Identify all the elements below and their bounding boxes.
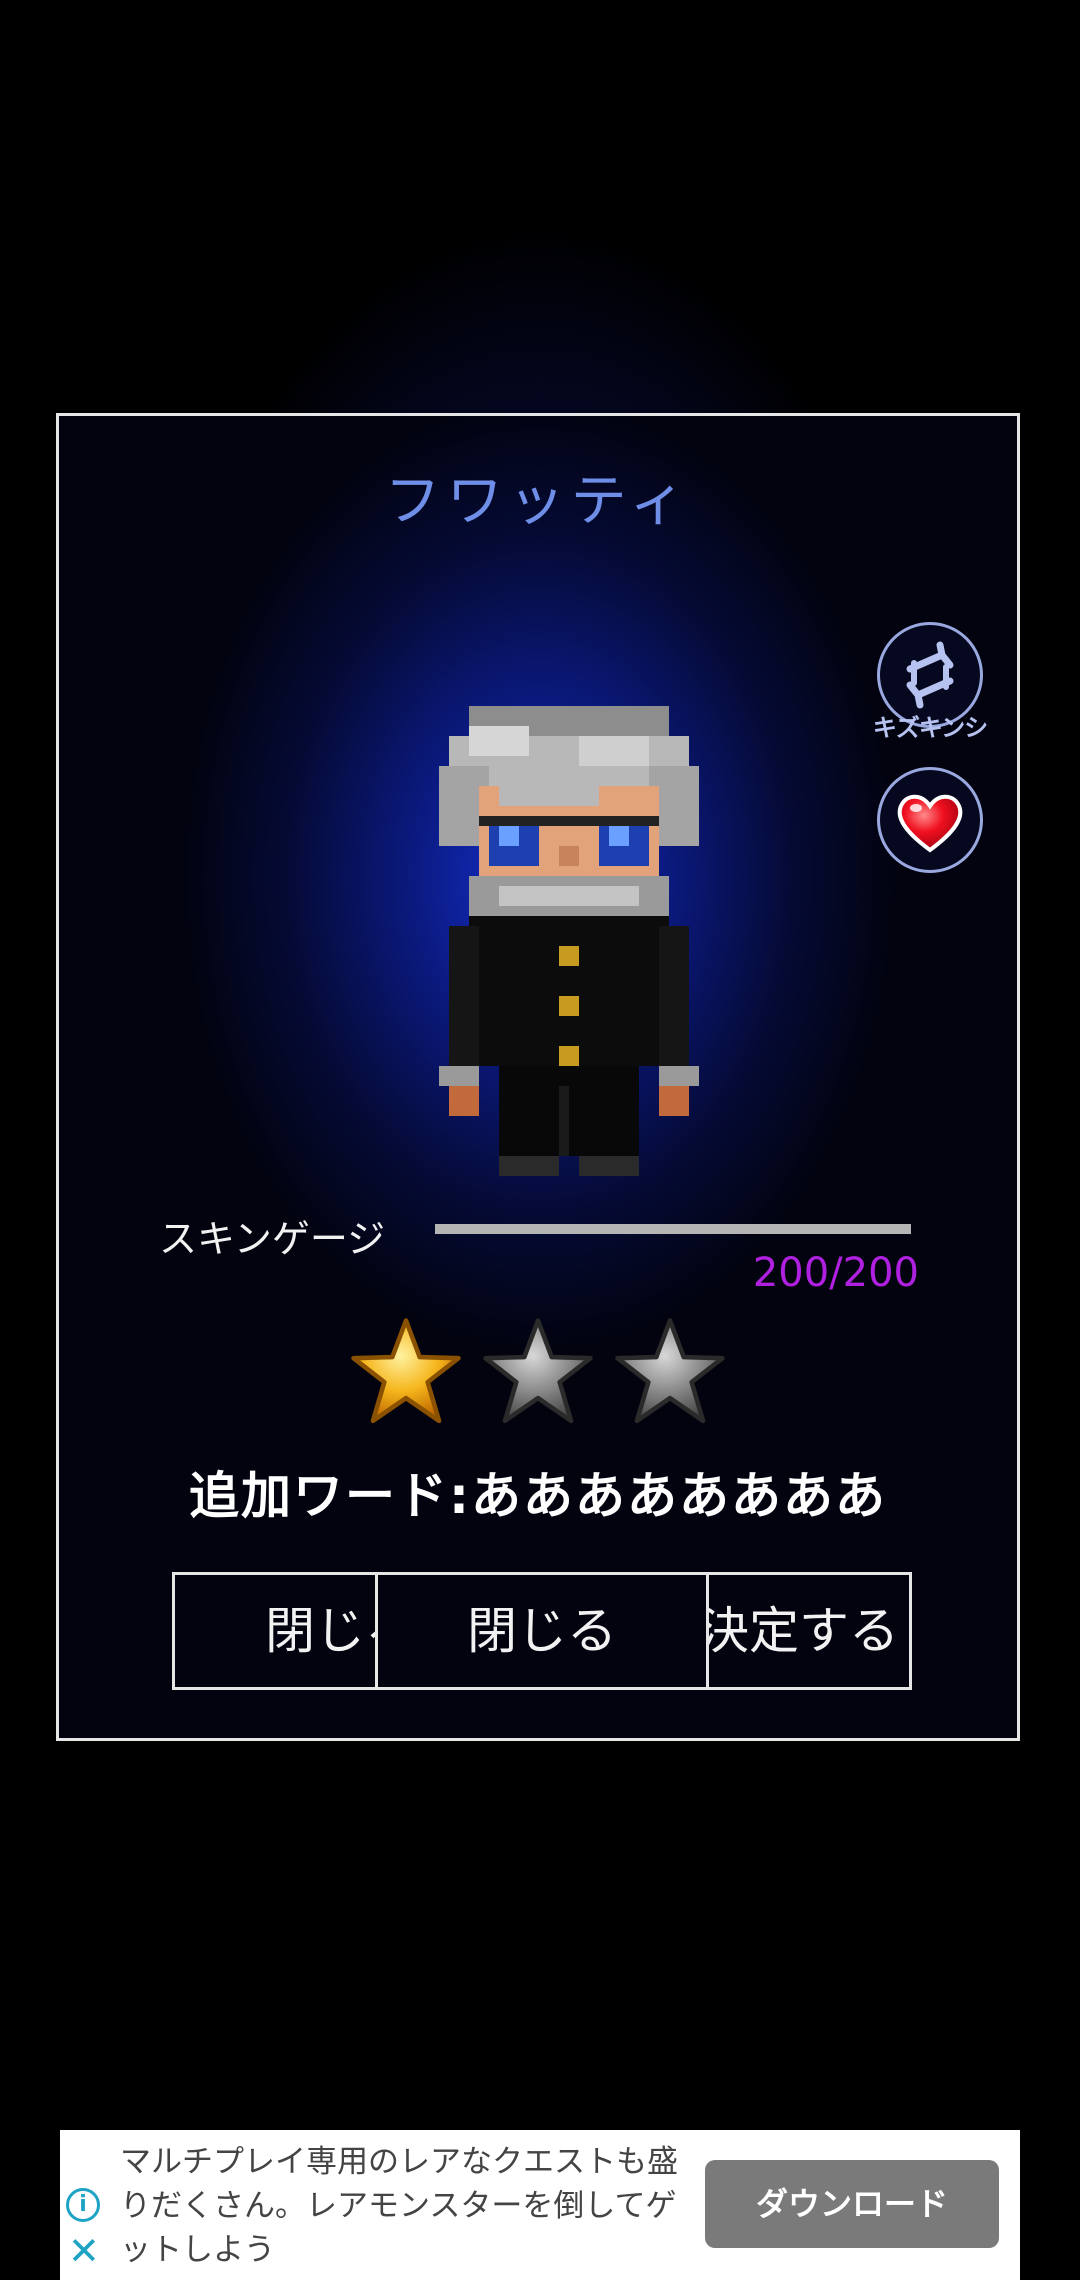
skin-gauge-value: 200/200	[752, 1250, 919, 1296]
star-filled-icon	[351, 1318, 461, 1424]
rarity-stars	[349, 1316, 749, 1436]
close-button-back[interactable]: 閉じる	[175, 1575, 375, 1687]
character-name: フワッティ	[384, 469, 692, 534]
favorite-button[interactable]	[877, 767, 983, 873]
skin-gauge-label: スキンゲージ	[159, 1217, 386, 1261]
download-button[interactable]: ダウンロード	[705, 2160, 999, 2248]
confirm-button[interactable]: 決定する	[709, 1575, 909, 1687]
extra-word-text: 追加ワード:ああああああああ	[189, 1467, 887, 1525]
skin-dialog: フワッティ キズキンシ スキンゲージ 200/200 追加ワード:あああああああ…	[56, 413, 1020, 1741]
star-empty-icon	[615, 1318, 725, 1424]
info-icon[interactable]: i	[66, 2188, 100, 2222]
star-empty-icon	[483, 1318, 593, 1424]
skin-gauge-bar	[435, 1224, 911, 1234]
character-sprite	[439, 706, 699, 1176]
dialog-buttons: 閉じる 決定する 閉じる	[172, 1572, 912, 1690]
heart-icon	[897, 794, 963, 853]
close-icon[interactable]: ✕	[68, 2232, 100, 2270]
ad-banner[interactable]: i ✕ マルチプレイ専用のレアなクエストも盛りだくさん。レアモンスターを倒してゲ…	[60, 2130, 1020, 2280]
skin-change-label: キズキンシ	[872, 714, 988, 742]
ad-text: マルチプレイ専用のレアなクエストも盛りだくさん。レアモンスターを倒してゲットしよ…	[120, 2144, 678, 2268]
skin-gauge-fill	[435, 1224, 911, 1234]
close-button[interactable]: 閉じる	[375, 1575, 709, 1687]
